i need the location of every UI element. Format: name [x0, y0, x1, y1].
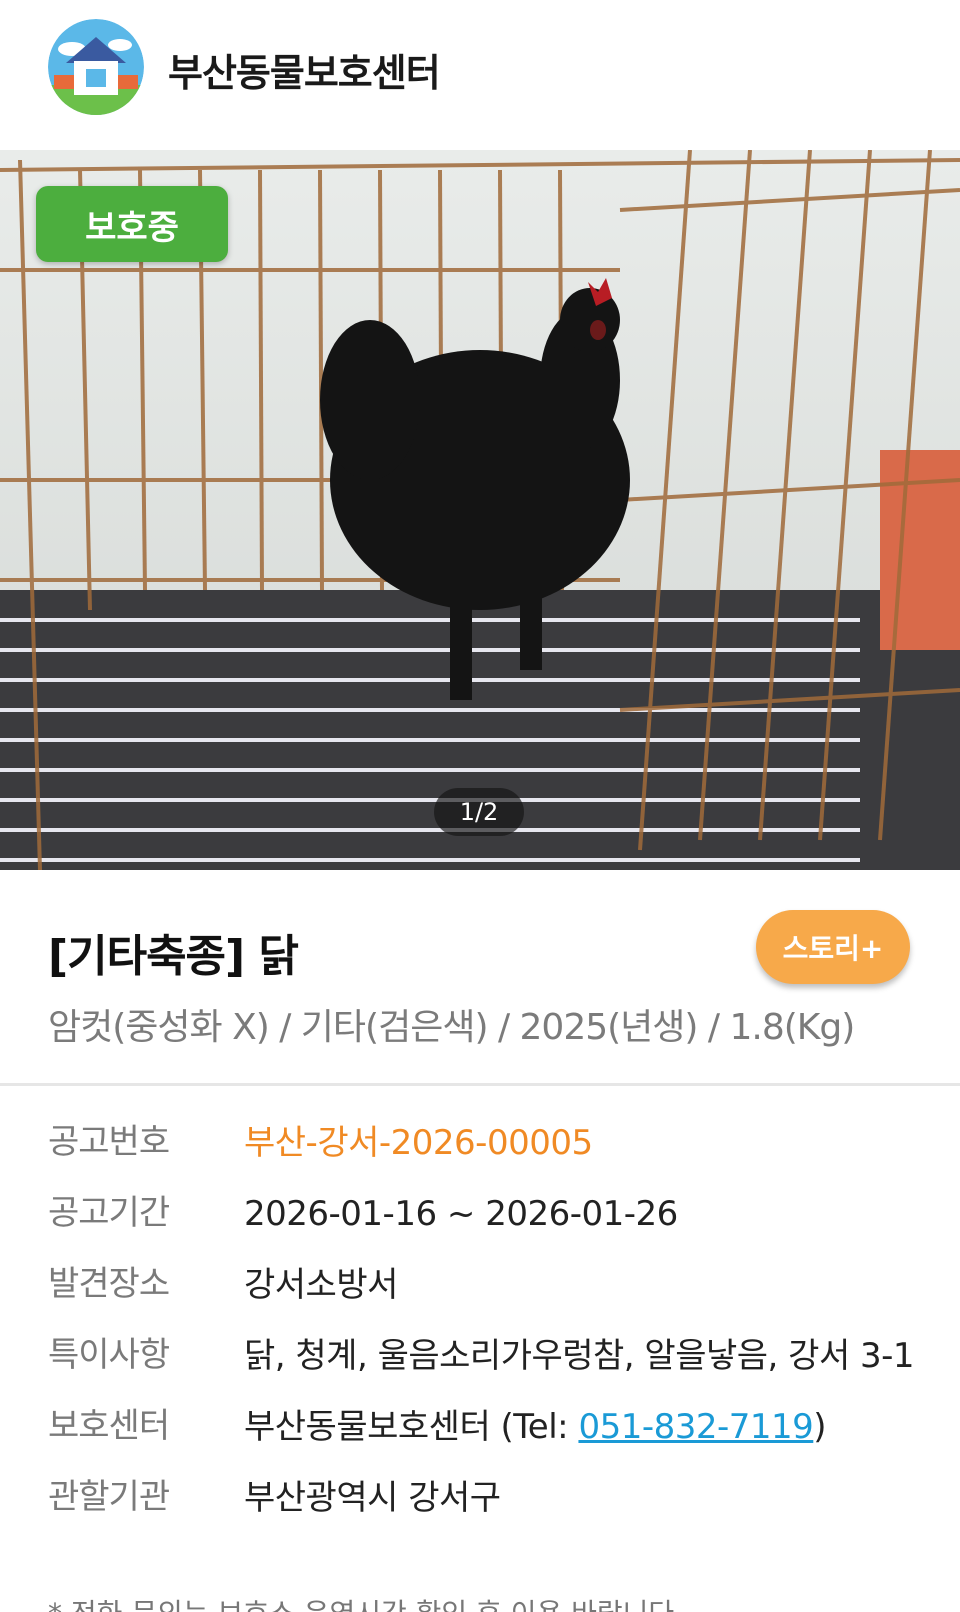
- photo-pager: 1/2: [434, 788, 524, 836]
- info-row-remarks: 특이사항 닭, 청계, 울음소리가우렁참, 알을낳음, 강서 3-1: [48, 1333, 928, 1379]
- divider: [0, 1083, 960, 1086]
- animal-title: [기타축종] 닭: [48, 931, 299, 982]
- shelter-value: 부산동물보호센터 (Tel: 051-832-7119): [244, 1404, 928, 1450]
- animal-summary: 암컷(중성화 X) / 기타(검은색) / 2025(년생) / 1.8(Kg): [48, 1007, 855, 1048]
- shelter-house-logo-icon: [48, 19, 144, 115]
- info-label: 공고기간: [48, 1193, 170, 1233]
- shelter-name-text: 부산동물보호센터 (Tel:: [244, 1407, 579, 1447]
- shelter-suffix: ): [813, 1407, 827, 1447]
- info-row-found-location: 발견장소 강서소방서: [48, 1262, 928, 1308]
- info-table: 공고번호 부산-강서-2026-00005 공고기간 2026-01-16 ~ …: [48, 1120, 928, 1546]
- jurisdiction-value: 부산광역시 강서구: [244, 1478, 501, 1518]
- info-label: 발견장소: [48, 1264, 170, 1304]
- story-button[interactable]: 스토리+: [756, 910, 910, 984]
- remarks-value: 닭, 청계, 울음소리가우렁참, 알을낳음, 강서 3-1: [244, 1336, 915, 1376]
- info-row-shelter: 보호센터 부산동물보호센터 (Tel: 051-832-7119): [48, 1404, 928, 1450]
- notice-number-value: 부산-강서-2026-00005: [244, 1123, 593, 1163]
- notice-period-value: 2026-01-16 ~ 2026-01-26: [244, 1194, 678, 1234]
- info-label: 보호센터: [48, 1406, 170, 1446]
- found-location-value: 강서소방서: [244, 1265, 398, 1305]
- info-row-notice-number: 공고번호 부산-강서-2026-00005: [48, 1120, 928, 1166]
- info-row-notice-period: 공고기간 2026-01-16 ~ 2026-01-26: [48, 1191, 928, 1237]
- app-header: 부산동물보호센터: [0, 0, 960, 150]
- shelter-name: 부산동물보호센터: [168, 51, 441, 95]
- info-label: 공고번호: [48, 1122, 170, 1162]
- info-row-jurisdiction: 관할기관 부산광역시 강서구: [48, 1475, 928, 1521]
- shelter-phone-link[interactable]: 051-832-7119: [578, 1407, 813, 1447]
- footnote: * 전화 문의는 보호소 운영시간 확인 후 이용 바랍니다.: [48, 1592, 683, 1612]
- info-label: 특이사항: [48, 1335, 170, 1375]
- status-badge: 보호중: [36, 186, 228, 262]
- info-label: 관할기관: [48, 1477, 170, 1517]
